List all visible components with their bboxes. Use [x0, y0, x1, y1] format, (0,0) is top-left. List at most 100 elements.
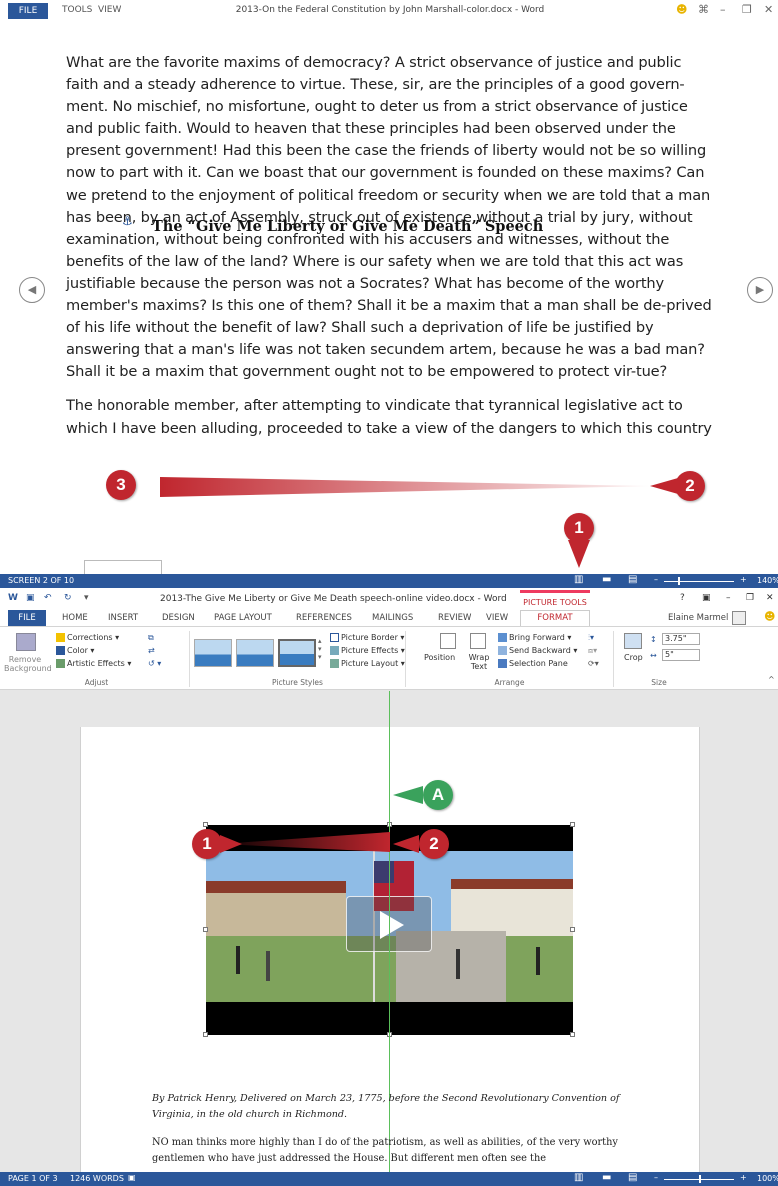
color-button[interactable]: Color ▾ [56, 646, 94, 655]
zoom-slider-thumb[interactable] [699, 1175, 701, 1183]
save-icon[interactable]: ▣ [26, 593, 35, 603]
callout-1: 1 [564, 513, 594, 543]
close-icon[interactable]: ✕ [764, 3, 773, 16]
next-screen-arrow-icon[interactable]: ▶ [747, 277, 773, 303]
restore-ribbon-icon[interactable]: ⌘ [698, 3, 709, 16]
picture-style-thumb[interactable] [194, 639, 232, 667]
zoom-slider-thumb[interactable] [678, 577, 680, 585]
tab-review[interactable]: REVIEW [438, 613, 471, 623]
speech-caption: By Patrick Henry, Delivered on March 23,… [152, 1093, 620, 1120]
close-icon[interactable]: ✕ [766, 593, 774, 603]
change-picture-icon[interactable]: ⇄ [148, 646, 155, 655]
print-layout-view-icon[interactable]: ▬ [602, 1172, 611, 1183]
crop-button[interactable]: Crop [624, 653, 643, 662]
picture-effects-button[interactable]: Picture Effects ▾ [330, 646, 405, 655]
maximize-icon[interactable]: ❐ [746, 593, 754, 603]
read-mode-view-icon[interactable]: ▥ [574, 574, 583, 585]
ribbon-display-icon[interactable]: ▣ [702, 593, 711, 603]
callout-3: 3 [106, 470, 136, 500]
resize-handle[interactable] [570, 927, 575, 932]
adjust-group: Remove Background Corrections ▾ Color ▾ … [4, 631, 190, 687]
zoom-in-icon[interactable]: + [740, 1173, 747, 1182]
selection-pane-button[interactable]: Selection Pane [498, 659, 568, 668]
view-menu[interactable]: VIEW [98, 5, 121, 15]
rotate-icon[interactable]: ⟳▾ [588, 659, 599, 668]
redo-icon[interactable]: ↻ [64, 593, 72, 603]
picture-layout-button[interactable]: Picture Layout ▾ [330, 659, 405, 668]
tab-design[interactable]: DESIGN [162, 613, 195, 623]
drag-arrow-graphic [160, 477, 650, 497]
screen-counter: SCREEN 2 OF 10 [8, 576, 75, 585]
previous-screen-arrow-icon[interactable]: ◀ [19, 277, 45, 303]
tab-view[interactable]: VIEW [486, 613, 508, 623]
styles-scroll-icon[interactable]: ▴ ▾ ▾ [318, 637, 322, 661]
arrange-group: Position Wrap Text Bring Forward ▾ Send … [406, 631, 614, 687]
read-mode-view-icon[interactable]: ▥ [574, 1172, 583, 1183]
align-icon[interactable]: ⫶▾ [588, 633, 594, 643]
collapse-ribbon-icon[interactable]: ^ [768, 675, 775, 684]
tab-page-layout[interactable]: PAGE LAYOUT [214, 613, 272, 623]
tab-mailings[interactable]: MAILINGS [372, 613, 413, 623]
group-icon[interactable]: ⧈▾ [588, 646, 597, 656]
file-menu[interactable]: FILE [8, 3, 48, 19]
maximize-icon[interactable]: ❐ [742, 3, 752, 16]
zoom-slider[interactable] [664, 581, 734, 582]
reading-content: What are the favorite maxims of democrac… [66, 52, 716, 451]
print-layout-view-icon[interactable]: ▬ [602, 574, 611, 585]
zoom-in-icon[interactable]: + [740, 575, 747, 584]
tab-home[interactable]: HOME [62, 613, 88, 623]
remove-background-icon [16, 633, 36, 651]
user-name[interactable]: Elaine Marmel [668, 613, 728, 623]
smiley-feedback-icon[interactable]: ☻ [676, 3, 687, 16]
word-count[interactable]: 1246 WORDS [70, 1174, 124, 1183]
tab-references[interactable]: REFERENCES [296, 613, 352, 623]
bring-forward-icon [498, 633, 507, 642]
smiley-feedback-icon[interactable]: ☻ [764, 610, 775, 623]
proofing-icon[interactable]: ▣ [128, 1173, 136, 1182]
zoom-level[interactable]: 140% [757, 576, 778, 585]
web-layout-view-icon[interactable]: ▤ [628, 1172, 637, 1183]
picture-style-thumb[interactable] [278, 639, 316, 667]
web-layout-view-icon[interactable]: ▤ [628, 574, 637, 585]
artistic-effects-icon [56, 659, 65, 668]
callout-2: 2 [419, 829, 449, 859]
help-icon[interactable]: ? [680, 593, 685, 603]
tab-insert[interactable]: INSERT [108, 613, 138, 623]
anchor-icon: ⚓ [122, 214, 133, 228]
avatar[interactable] [732, 611, 746, 625]
size-group: Crop ↕ 3.75" ↔ 5" Size [614, 631, 704, 687]
resize-handle[interactable] [570, 822, 575, 827]
artistic-effects-button[interactable]: Artistic Effects ▾ [56, 659, 131, 668]
picture-style-thumb[interactable] [236, 639, 274, 667]
resize-handle[interactable] [570, 1032, 575, 1037]
wrap-text-button[interactable]: Wrap Text [466, 653, 492, 671]
status-bar: PAGE 1 OF 3 1246 WORDS ▣ ▥ ▬ ▤ – + 100% [0, 1172, 778, 1186]
customize-qat-icon[interactable]: ▾ [84, 593, 89, 603]
arrange-label: Arrange [494, 678, 525, 687]
tools-menu[interactable]: TOOLS [62, 5, 92, 15]
width-field[interactable]: 5" [662, 649, 700, 661]
resize-handle[interactable] [203, 927, 208, 932]
picture-border-button[interactable]: Picture Border ▾ [330, 633, 404, 642]
bring-forward-button[interactable]: Bring Forward ▾ [498, 633, 571, 642]
selection-pane-icon [498, 659, 507, 668]
minimize-icon[interactable]: – [726, 593, 731, 603]
tab-format[interactable]: FORMAT [520, 610, 590, 626]
reset-picture-icon[interactable]: ↺ ▾ [148, 659, 161, 668]
send-backward-button[interactable]: Send Backward ▾ [498, 646, 577, 655]
resize-handle[interactable] [203, 1032, 208, 1037]
height-field[interactable]: 3.75" [662, 633, 700, 645]
undo-icon[interactable]: ↶ [44, 593, 52, 603]
zoom-level[interactable]: 100% [757, 1174, 778, 1183]
compress-pictures-icon[interactable]: ⧉ [148, 633, 154, 643]
tab-file[interactable]: FILE [8, 610, 46, 626]
zoom-out-icon[interactable]: – [654, 575, 658, 584]
position-button[interactable]: Position [424, 653, 455, 662]
corrections-button[interactable]: Corrections ▾ [56, 633, 119, 642]
page-counter[interactable]: PAGE 1 OF 3 [8, 1174, 58, 1183]
callout-2-pointer [650, 478, 678, 494]
minimize-icon[interactable]: – [720, 3, 726, 16]
zoom-out-icon[interactable]: – [654, 1173, 658, 1182]
remove-background-button[interactable]: Remove Background [4, 655, 52, 673]
picture-border-icon [330, 633, 339, 642]
